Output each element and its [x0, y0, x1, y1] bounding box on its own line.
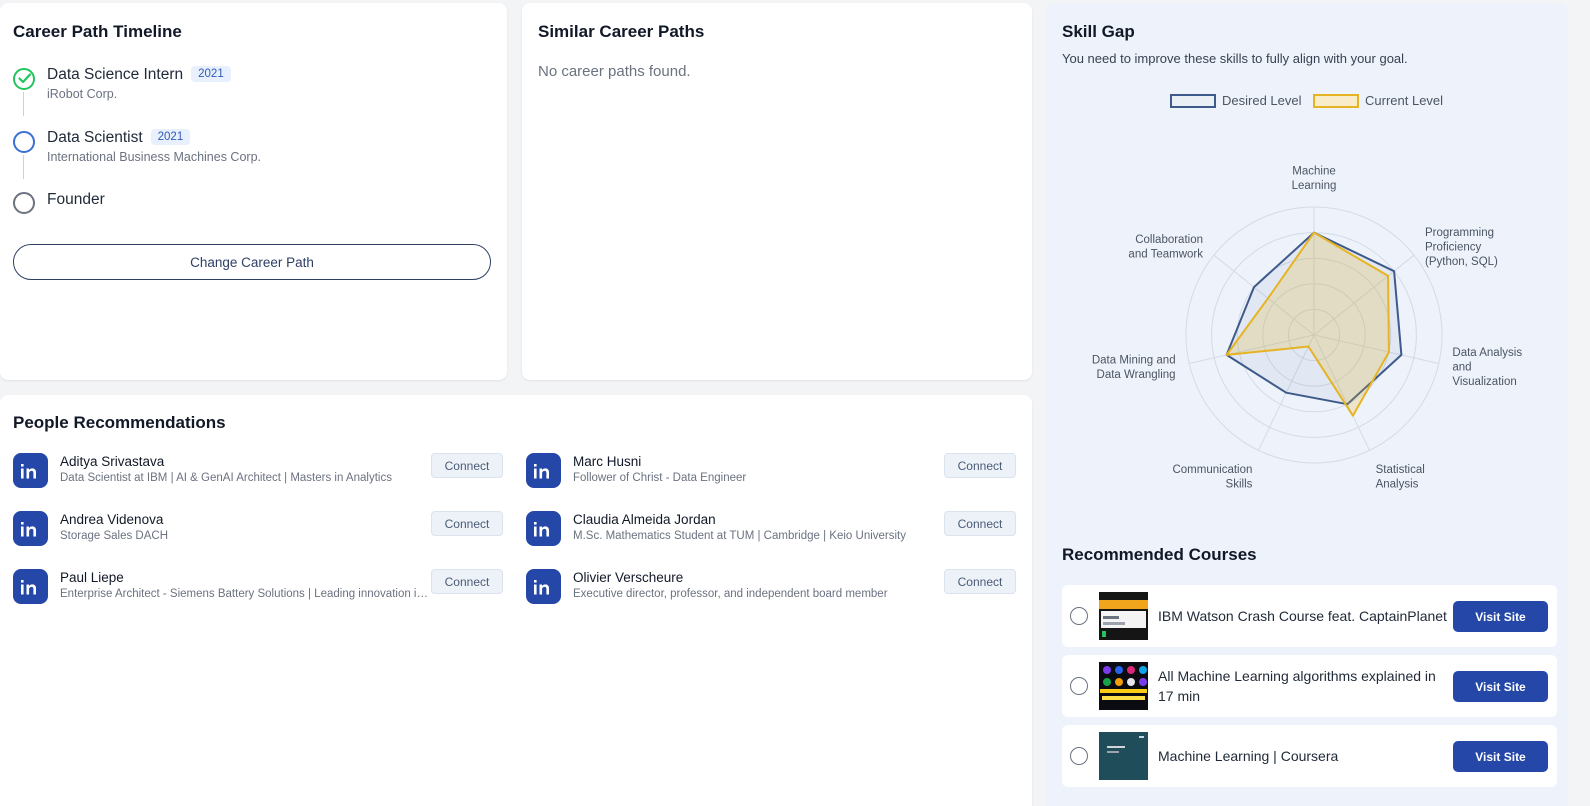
visit-site-button[interactable]: Visit Site [1453, 601, 1548, 632]
person-name[interactable]: Claudia Almeida Jordan [573, 512, 716, 527]
timeline-connector [23, 155, 24, 179]
person-name[interactable]: Aditya Srivastava [60, 454, 164, 469]
linkedin-icon[interactable] [13, 511, 48, 546]
person-headline: M.Sc. Mathematics Student at TUM | Cambr… [573, 530, 906, 542]
linkedin-icon[interactable] [526, 511, 561, 546]
courses-title: Recommended Courses [1062, 545, 1257, 564]
course-title: IBM Watson Crash Course feat. CaptainPla… [1158, 608, 1447, 624]
legend-swatch [1313, 94, 1359, 108]
person-name[interactable]: Andrea Videnova [60, 512, 163, 527]
timeline-role: Data Scientist [47, 129, 143, 146]
course-item: All Machine Learning algorithms explaine… [1062, 655, 1557, 717]
person-headline: Follower of Christ - Data Engineer [573, 472, 747, 484]
radar-axis-label: Machine Learning [1292, 166, 1337, 193]
circle-icon [13, 192, 35, 214]
radar-axis-label: Data Mining and Data Wrangling [1092, 354, 1176, 381]
person-row: Olivier Verscheure Executive director, p… [526, 569, 1016, 609]
radar-axis-label: Collaboration and Teamwork [1128, 234, 1203, 261]
course-title: All Machine Learning algorithms explaine… [1158, 668, 1436, 704]
course-item: Machine Learning | Coursera Visit Site [1062, 725, 1557, 787]
timeline-title: Career Path Timeline [13, 22, 182, 41]
timeline-company: International Business Machines Corp. [47, 150, 262, 164]
radar-axis-label: Statistical Analysis [1376, 464, 1425, 491]
timeline-role: Founder [47, 191, 105, 208]
course-radio[interactable] [1070, 677, 1088, 695]
circle-icon [13, 131, 35, 153]
person-row: Claudia Almeida Jordan M.Sc. Mathematics… [526, 511, 1016, 551]
course-thumbnail [1099, 732, 1148, 780]
radar-axis-label: Programming Proficiency (Python, SQL) [1425, 227, 1498, 268]
person-row: Paul Liepe Enterprise Architect - Siemen… [13, 569, 503, 609]
person-headline: Data Scientist at IBM | AI & GenAI Archi… [60, 472, 392, 484]
visit-site-button[interactable]: Visit Site [1453, 671, 1548, 702]
linkedin-icon[interactable] [13, 569, 48, 604]
person-headline: Storage Sales DACH [60, 530, 169, 542]
people-title: People Recommendations [13, 413, 226, 432]
course-thumbnail [1099, 662, 1148, 710]
person-headline: Enterprise Architect - Siemens Battery S… [60, 588, 430, 600]
legend-label: Desired Level [1222, 93, 1302, 108]
skill-gap-subtitle: You need to improve these skills to full… [1062, 51, 1408, 66]
timeline-company: iRobot Corp. [47, 87, 118, 101]
skill-gap-title: Skill Gap [1062, 22, 1135, 41]
similar-career-paths-card: Similar Career Paths No career paths fou… [522, 3, 1032, 380]
skill-radar-chart: Machine Learning Programming Proficiency (Py… [1092, 166, 1522, 491]
legend-label: Current Level [1365, 93, 1444, 108]
radar-axis-label: Communication Skills [1172, 464, 1252, 491]
similar-title: Similar Career Paths [538, 22, 705, 41]
legend-swatch [1170, 94, 1216, 108]
course-item: IBM Watson Crash Course feat. CaptainPla… [1062, 585, 1557, 647]
connect-button[interactable]: Connect [944, 511, 1016, 536]
connect-button[interactable]: Connect [944, 569, 1016, 594]
person-headline: Executive director, professor, and indep… [573, 588, 888, 600]
person-row: Marc Husni Follower of Christ - Data Eng… [526, 453, 1016, 493]
connect-button[interactable]: Connect [431, 453, 503, 478]
empty-state-text: No career paths found. [538, 63, 691, 80]
connect-button[interactable]: Connect [431, 569, 503, 594]
connect-button[interactable]: Connect [944, 453, 1016, 478]
skill-gap-panel: Skill Gap You need to improve these skil… [1045, 3, 1568, 806]
timeline-connector [23, 92, 24, 116]
person-name[interactable]: Paul Liepe [60, 570, 124, 585]
person-name[interactable]: Olivier Verscheure [573, 570, 683, 585]
timeline-role: Data Science Intern [47, 66, 184, 83]
course-radio[interactable] [1070, 607, 1088, 625]
linkedin-icon[interactable] [526, 453, 561, 488]
course-thumbnail [1099, 592, 1148, 640]
career-path-timeline-card: Career Path Timeline Data Science Intern… [0, 3, 507, 380]
people-recommendations-card: People Recommendations Aditya Srivastava… [0, 395, 1032, 806]
check-circle-icon [13, 68, 35, 90]
connect-button[interactable]: Connect [431, 511, 503, 536]
visit-site-button[interactable]: Visit Site [1453, 741, 1548, 772]
change-career-path-button[interactable]: Change Career Path [13, 244, 491, 280]
person-name[interactable]: Marc Husni [573, 454, 641, 469]
course-title: Machine Learning | Coursera [1158, 748, 1339, 764]
person-row: Andrea Videnova Storage Sales DACH Conne… [13, 511, 503, 551]
linkedin-icon[interactable] [526, 569, 561, 604]
year-badge: 2021 [191, 66, 231, 82]
person-row: Aditya Srivastava Data Scientist at IBM … [13, 453, 503, 493]
radar-axis-label: Data Analysis and Visualization [1452, 347, 1522, 388]
linkedin-icon[interactable] [13, 453, 48, 488]
year-badge: 2021 [150, 129, 191, 145]
course-radio[interactable] [1070, 747, 1088, 765]
